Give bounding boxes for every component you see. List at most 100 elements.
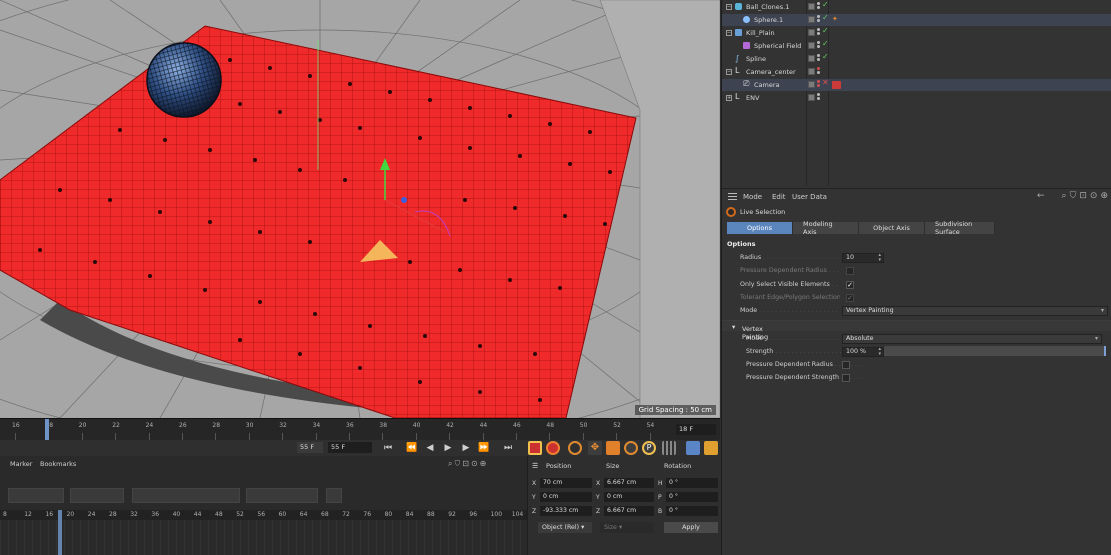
enabled-check-icon[interactable]: ✓ [822, 39, 829, 48]
tab-options[interactable]: Options [727, 222, 793, 234]
menu-bookmarks[interactable]: Bookmarks [40, 460, 76, 468]
visibility-dots-icon[interactable] [817, 15, 820, 23]
menu-user-data[interactable]: User Data [792, 193, 827, 201]
end-frame-field[interactable]: 55 F [297, 442, 323, 453]
prev-frame-icon[interactable]: ◀ [422, 441, 438, 455]
expand-icon[interactable]: − [726, 30, 732, 36]
pla-key-icon[interactable] [662, 441, 676, 455]
search-icon[interactable]: ⌕ [1062, 191, 1067, 201]
object-row[interactable]: + L ENV [722, 92, 1111, 104]
lock-icon[interactable]: ⊡ [1079, 191, 1087, 201]
layer-flag-icon[interactable] [808, 68, 815, 75]
rotate-key-icon[interactable] [624, 441, 638, 455]
tag-icon[interactable]: ✦ [832, 15, 838, 23]
vp-strength-slider[interactable] [884, 346, 1106, 356]
visibility-dots-icon[interactable] [817, 67, 820, 75]
settings-icon[interactable]: ⊙ [471, 459, 480, 468]
object-name[interactable]: Ball_Clones.1 [746, 3, 789, 11]
mode-dropdown[interactable]: Vertex Painting ▾ [842, 305, 1108, 316]
object-name[interactable]: ENV [746, 94, 759, 102]
object-row[interactable]: Spherical Field ✓ [722, 39, 1111, 52]
disabled-x-icon[interactable]: ✕ [822, 78, 829, 87]
position-y-field[interactable]: 0 cm [540, 492, 592, 502]
vp-pressure-radius-checkbox[interactable] [842, 360, 850, 369]
size-y-field[interactable]: 0 cm [604, 492, 654, 502]
visibility-dots-icon[interactable] [817, 28, 820, 36]
layer-flag-icon[interactable] [808, 16, 815, 23]
dope-sheet-grid[interactable] [0, 520, 527, 555]
layer-flag-icon[interactable] [808, 29, 815, 36]
tab-subdivision-surface[interactable]: Subdivision Surface [925, 220, 995, 236]
3d-viewport[interactable]: Grid Spacing : 50 cm [0, 0, 720, 418]
expand-icon[interactable]: − [726, 4, 732, 10]
enabled-check-icon[interactable]: ✓ [822, 52, 829, 61]
track-bar[interactable] [70, 488, 124, 503]
back-arrow-icon[interactable]: ← [1037, 191, 1045, 201]
object-row[interactable]: Sphere.1 ✓ ✦ [722, 13, 1111, 26]
visibility-dots-icon[interactable] [817, 93, 820, 101]
enabled-check-icon[interactable]: ✓ [822, 26, 829, 35]
max-frame-field[interactable]: 55 F [328, 442, 372, 453]
go-to-end-icon[interactable]: ⏭ [500, 441, 516, 455]
object-name[interactable]: Camera_center [746, 68, 796, 76]
rotation-p-field[interactable]: 0 ° [666, 492, 718, 502]
rotation-b-field[interactable]: 0 ° [666, 506, 718, 516]
layer-flag-icon[interactable] [808, 42, 815, 49]
add-icon[interactable]: ⊕ [480, 459, 489, 468]
radius-field[interactable]: 10 ▴ ▾ [842, 252, 884, 263]
timeline-ruler[interactable]: 16 18 20 22 24 26 28 30 32 34 36 38 40 42 44 46 48 50 52 54… [0, 418, 720, 441]
menu-mode[interactable]: Mode [743, 193, 762, 201]
tolerant-checkbox[interactable]: ✓ [846, 293, 854, 302]
parameter-key-icon[interactable]: P [642, 441, 656, 455]
coord-menu-icon[interactable]: ☰ [532, 462, 538, 470]
expand-icon[interactable]: + [726, 95, 732, 101]
record-icon[interactable] [528, 441, 542, 455]
track-bar[interactable] [132, 488, 240, 503]
move-key-icon[interactable]: ✥ [588, 441, 602, 455]
object-row[interactable]: − L Camera_center [722, 66, 1111, 78]
hamburger-menu-icon[interactable] [728, 193, 737, 200]
size-z-field[interactable]: 6.667 cm [604, 506, 654, 516]
keyframe-selection-icon[interactable] [568, 441, 582, 455]
visibility-dots-icon[interactable] [817, 54, 820, 62]
layer-flag-icon[interactable] [808, 55, 815, 62]
scale-key-icon[interactable] [606, 441, 620, 455]
layer-flag-icon[interactable] [808, 3, 815, 10]
object-row[interactable]: ∫ Spline ✓ [722, 52, 1111, 65]
position-x-field[interactable]: 70 cm [540, 478, 592, 488]
pressure-radius-checkbox[interactable] [846, 266, 854, 275]
dope-sheet-ruler[interactable]: 8 12 16 20 24 28 32 36 40 44 48 52 56 60 64 68 72 76 80 84 8… [0, 510, 527, 520]
rotation-h-field[interactable]: 0 ° [666, 478, 718, 488]
timeline-playhead[interactable] [45, 419, 49, 441]
go-to-start-icon[interactable]: ⏮ [380, 441, 396, 455]
object-name[interactable]: Spherical Field [754, 42, 801, 50]
next-frame-icon[interactable]: ▶ [458, 441, 474, 455]
vertex-painting-header[interactable]: ▾ Vertex Painting [722, 320, 1111, 341]
size-x-field[interactable]: 6.667 cm [604, 478, 654, 488]
object-row[interactable]: − Ball_Clones.1 ✓ [722, 0, 1111, 13]
track-bar[interactable] [246, 488, 318, 503]
sphere-ball[interactable] [146, 42, 222, 118]
camera-tag-icon[interactable] [832, 81, 841, 89]
visibility-dots-icon[interactable] [817, 80, 820, 88]
visibility-dots-icon[interactable] [817, 2, 820, 10]
dope-sheet-playhead[interactable] [58, 510, 62, 555]
menu-edit[interactable]: Edit [772, 193, 786, 201]
position-z-field[interactable]: -93.333 cm [540, 506, 592, 516]
enabled-check-icon[interactable]: ✓ [822, 0, 829, 9]
menu-marker[interactable]: Marker [10, 460, 32, 468]
object-row[interactable]: ⎚ Camera ✕ [722, 78, 1111, 91]
only-visible-checkbox[interactable]: ✓ [846, 280, 854, 289]
add-icon[interactable]: ⊕ [1100, 191, 1108, 201]
current-frame-field[interactable]: 18 F [676, 424, 716, 435]
coordinate-space-dropdown[interactable]: Object (Rel) ▾ [538, 522, 592, 533]
apply-button[interactable]: Apply [664, 522, 718, 533]
tab-modeling-axis[interactable]: Modeling Axis [793, 220, 859, 236]
object-name[interactable]: Sphere.1 [754, 16, 783, 24]
next-key-icon[interactable]: ⏩ [476, 441, 492, 455]
vp-strength-field[interactable]: 100 % ▴ ▾ [842, 346, 884, 357]
visibility-dots-icon[interactable] [817, 41, 820, 49]
object-row[interactable]: − Kill_Plain ✓ [722, 26, 1111, 39]
lock-icon[interactable]: ⊡ [462, 459, 471, 468]
vp-pressure-strength-checkbox[interactable] [842, 373, 850, 382]
